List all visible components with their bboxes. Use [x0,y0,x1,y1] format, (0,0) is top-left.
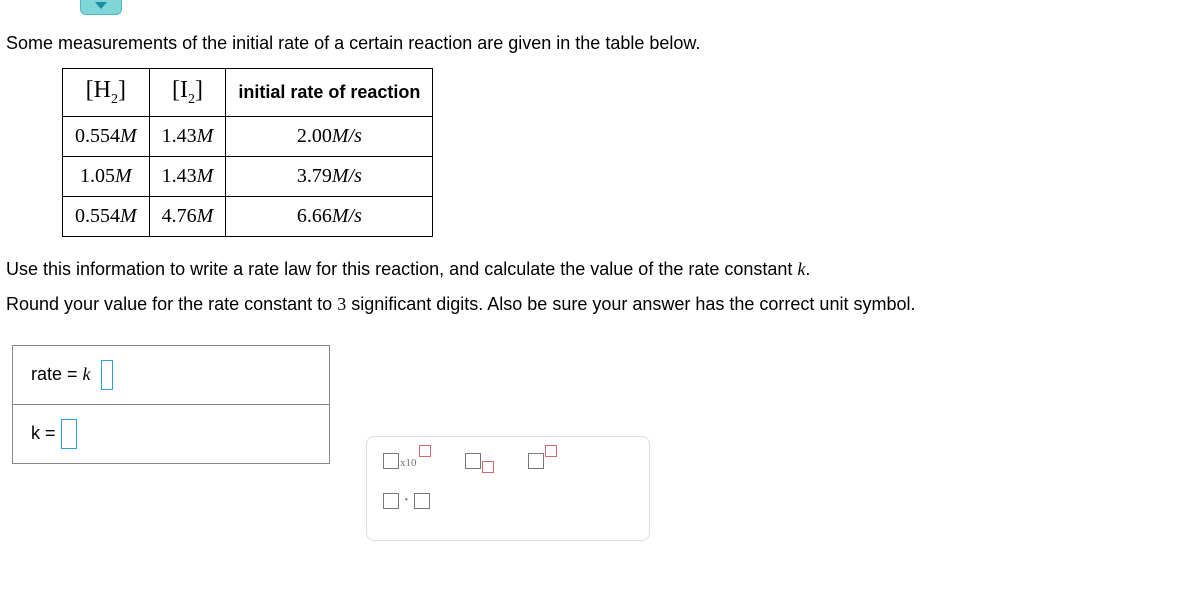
answer-area: rate = k k = [12,345,330,464]
rate-k: k [83,364,91,384]
question-1: Use this information to write a rate law… [6,259,1194,280]
header-rate: initial rate of reaction [226,69,433,117]
header-h2: [H2] [63,69,150,117]
rate-label: rate = [31,364,83,384]
symbol-palette: x10 · [366,436,650,541]
k-value-input[interactable] [61,419,77,449]
palette-sci-notation[interactable]: x10 [383,453,431,469]
palette-superscript[interactable] [528,453,557,469]
header-i2: [I2] [149,69,226,117]
rate-law-input[interactable] [101,360,113,390]
table-row: 0.554M 4.76M 6.66M/s [63,196,433,236]
palette-multiply[interactable]: · [383,489,430,512]
k-value-cell: k = [13,404,330,463]
table-row: 1.05M 1.43M 3.79M/s [63,156,433,196]
rate-law-cell: rate = k [13,345,330,404]
intro-text: Some measurements of the initial rate of… [6,33,1194,54]
palette-subscript[interactable] [465,453,494,469]
table-row: 0.554M 1.43M 2.00M/s [63,116,433,156]
k-label: k = [31,423,61,443]
data-table: [H2] [I2] initial rate of reaction 0.554… [62,68,433,237]
chevron-down-icon[interactable] [80,0,122,15]
question-2: Round your value for the rate constant t… [6,294,1194,315]
